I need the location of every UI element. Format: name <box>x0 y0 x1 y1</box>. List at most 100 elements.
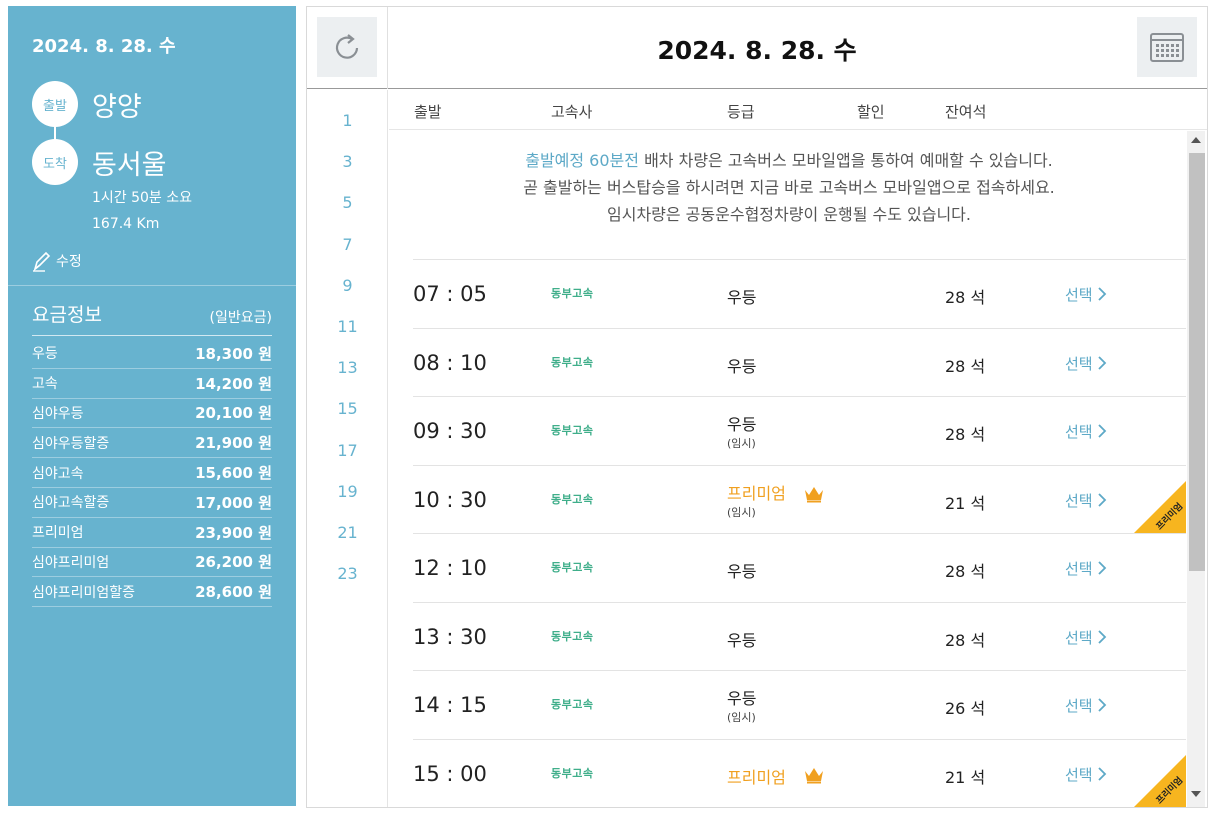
select-button[interactable]: 선택 <box>1065 627 1107 648</box>
schedule-topbar: 2024. 8. 28. 수 <box>307 7 1207 89</box>
hour-link[interactable]: 21 <box>307 523 388 542</box>
select-label: 선택 <box>1065 286 1093 304</box>
bus-grade: 프리미엄 <box>727 483 786 503</box>
fare-row: 심야프리미엄 26,200 원 <box>32 548 272 578</box>
schedule-row: 08 : 10 동부고속 우등 28 석 선택 <box>413 327 1186 397</box>
fare-price: 15,600 원 <box>195 464 272 483</box>
chevron-right-icon <box>1097 492 1106 507</box>
route-sidebar: 2024. 8. 28. 수 출발 양양 도착 동서울 1시간 50분 소요 1… <box>8 6 296 806</box>
remaining-seats: 28 석 <box>945 356 986 376</box>
select-button[interactable]: 선택 <box>1065 490 1107 511</box>
bus-grade: 프리미엄 <box>727 767 786 787</box>
fare-grade: 심야우등할증 <box>32 435 110 452</box>
edit-route-button[interactable]: 수정 <box>32 250 82 272</box>
fare-price: 23,900 원 <box>195 523 272 542</box>
select-button[interactable]: 선택 <box>1065 284 1107 305</box>
select-label: 선택 <box>1065 560 1093 578</box>
fare-row: 프리미엄 23,900 원 <box>32 518 272 548</box>
schedule-row: 09 : 30 동부고속 우등 (임시) 28 석 선택 <box>413 396 1186 465</box>
fare-grade: 우등 <box>32 346 58 363</box>
notice-highlight: 출발예정 60분전 <box>525 151 639 170</box>
remaining-seats: 28 석 <box>945 630 986 650</box>
fare-grade: 프리미엄 <box>32 525 84 542</box>
hour-link[interactable]: 13 <box>307 358 388 377</box>
hour-link[interactable]: 5 <box>307 193 388 212</box>
edit-label: 수정 <box>56 254 82 270</box>
temporary-tag: (임시) <box>727 437 756 450</box>
select-button[interactable]: 선택 <box>1065 695 1107 716</box>
fare-row: 심야고속 15,600 원 <box>32 458 272 488</box>
premium-ribbon: 프리미엄 <box>1134 755 1186 807</box>
bus-grade: 우등 <box>727 356 757 376</box>
chevron-right-icon <box>1097 355 1106 370</box>
fare-grade: 심야프리미엄 <box>32 554 110 571</box>
select-button[interactable]: 선택 <box>1065 353 1107 374</box>
bus-company: 동부고속 <box>551 698 594 711</box>
chevron-right-icon <box>1097 698 1106 712</box>
select-label: 선택 <box>1065 354 1093 373</box>
hour-link[interactable]: 1 <box>307 111 388 130</box>
departure-badge: 출발 <box>32 81 78 127</box>
fare-price: 17,000 원 <box>195 493 272 512</box>
arrival-name: 동서울 <box>92 149 167 181</box>
select-button[interactable]: 선택 <box>1065 558 1107 579</box>
pencil-icon <box>33 251 51 272</box>
hour-link[interactable]: 9 <box>307 276 388 295</box>
bus-company: 동부고속 <box>551 766 594 780</box>
remaining-seats: 26 석 <box>945 699 986 718</box>
departure-time: 13 : 30 <box>413 624 487 649</box>
temporary-tag: (임시) <box>727 505 756 519</box>
select-label: 선택 <box>1065 697 1093 715</box>
remaining-seats: 28 석 <box>945 425 986 444</box>
fare-row: 심야고속할증 17,000 원 <box>32 488 272 518</box>
schedule-list: 07 : 05 동부고속 우등 28 석 선택 08 : 10 동부고속 우등 28 석 선택 09… <box>413 259 1186 807</box>
fare-grade: 심야우등 <box>32 405 84 422</box>
bus-company: 동부고속 <box>551 355 594 369</box>
column-departure: 출발 <box>414 103 442 121</box>
page-root: 2024. 8. 28. 수 출발 양양 도착 동서울 1시간 50분 소요 1… <box>0 0 1219 815</box>
select-button[interactable]: 선택 <box>1065 764 1107 785</box>
notice-line-1: 출발예정 60분전 배차 차량은 고속버스 모바일앱을 통하여 예매할 수 있습… <box>389 147 1189 174</box>
departure-time: 12 : 10 <box>413 556 487 580</box>
notice-line-1-rest: 배차 차량은 고속버스 모바일앱을 통하여 예매할 수 있습니다. <box>638 151 1053 170</box>
scroll-down-arrow[interactable] <box>1191 791 1201 797</box>
fare-title: 요금정보 <box>32 304 102 326</box>
calendar-button[interactable] <box>1137 17 1197 77</box>
hour-link[interactable]: 15 <box>307 399 388 418</box>
fare-row: 우등 18,300 원 <box>32 339 272 369</box>
fare-list: 우등 18,300 원 고속 14,200 원 심야우등 20,100 원 심야우등할증 21… <box>32 339 272 608</box>
hour-link[interactable]: 23 <box>307 564 388 583</box>
select-button[interactable]: 선택 <box>1065 421 1107 442</box>
fare-row: 심야우등 20,100 원 <box>32 399 272 429</box>
fare-header: 요금정보 (일반요금) <box>32 300 272 336</box>
hour-link[interactable]: 3 <box>307 152 388 171</box>
fare-row: 고속 14,200 원 <box>32 369 272 399</box>
departure-time: 15 : 00 <box>413 761 487 786</box>
schedule-row: 14 : 15 동부고속 우등 (임시) 26 석 선택 <box>413 670 1186 739</box>
crown-icon <box>805 767 823 783</box>
departure-name: 양양 <box>92 91 142 123</box>
fare-grade: 심야프리미엄할증 <box>32 584 136 601</box>
schedule-row: 13 : 30 동부고속 우등 28 석 선택 <box>413 601 1186 671</box>
hour-link[interactable]: 11 <box>307 317 388 336</box>
fare-price: 14,200 원 <box>195 374 272 393</box>
remaining-seats: 28 석 <box>945 562 986 581</box>
sidebar-divider <box>8 285 296 286</box>
scroll-up-arrow[interactable] <box>1191 137 1201 143</box>
select-label: 선택 <box>1065 765 1093 784</box>
booking-notice: 출발예정 60분전 배차 차량은 고속버스 모바일앱을 통하여 예매할 수 있습… <box>389 147 1189 228</box>
scrollbar-thumb[interactable] <box>1189 153 1205 571</box>
departure-stop: 출발 양양 <box>32 81 142 127</box>
hour-link[interactable]: 17 <box>307 441 388 460</box>
column-company: 고속사 <box>551 103 593 121</box>
hour-link[interactable]: 19 <box>307 482 388 501</box>
select-label: 선택 <box>1065 491 1093 510</box>
departure-time: 09 : 30 <box>413 419 487 443</box>
bus-company: 동부고속 <box>551 629 594 643</box>
hour-link[interactable]: 7 <box>307 235 388 254</box>
fare-row: 심야프리미엄할증 28,600 원 <box>32 577 272 608</box>
remaining-seats: 21 석 <box>945 767 986 787</box>
schedule-date: 2024. 8. 28. 수 <box>657 36 857 65</box>
departure-time: 14 : 15 <box>413 693 487 717</box>
schedule-row: 15 : 00 동부고속 프리미엄 21 석 선택 프리미엄 <box>413 738 1186 807</box>
